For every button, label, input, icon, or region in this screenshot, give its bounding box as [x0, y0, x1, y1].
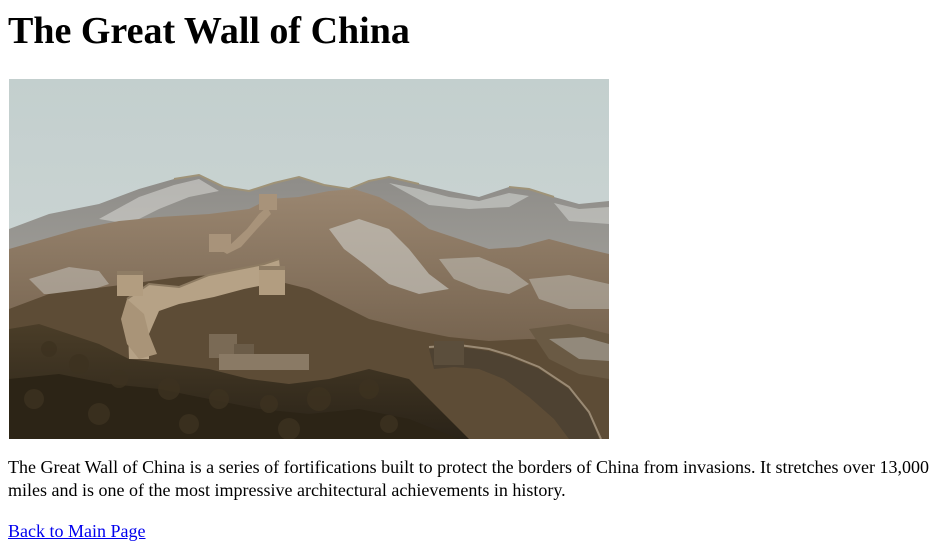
description-paragraph: The Great Wall of China is a series of f…	[8, 457, 929, 500]
page-title: The Great Wall of China	[8, 10, 410, 52]
great-wall-photo	[9, 79, 609, 439]
back-to-main-link[interactable]: Back to Main Page	[8, 520, 145, 543]
